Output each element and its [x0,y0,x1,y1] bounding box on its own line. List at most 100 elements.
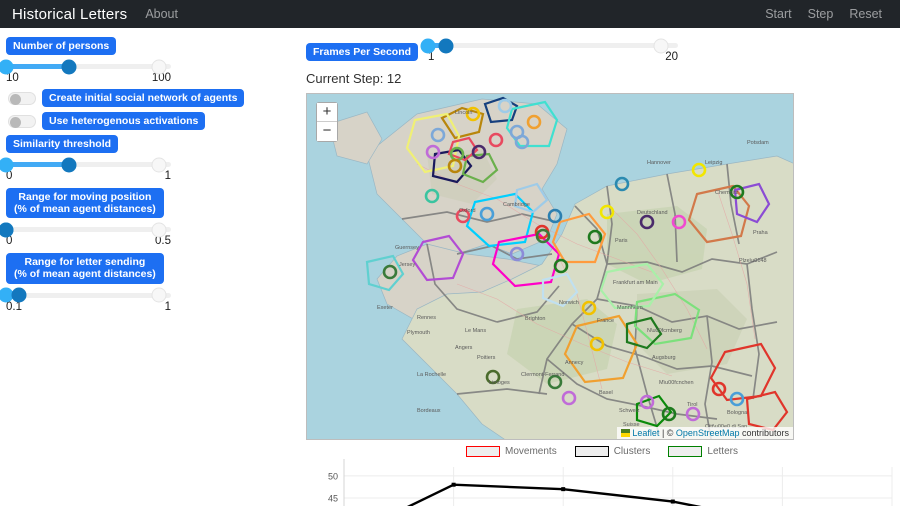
chart-data-point [561,487,566,492]
svg-text:Poitiers: Poitiers [477,355,496,361]
label-create-social-network: Create initial social network of agents [42,89,245,108]
zoom-out-icon[interactable]: − [317,122,337,141]
svg-text:Chemnitz: Chemnitz [715,190,738,196]
svg-text:Frankfurt am Main: Frankfurt am Main [613,280,658,286]
slider-handle-high[interactable] [151,157,167,173]
map-zoom-controls[interactable]: + − [316,102,338,142]
legend-item-letters[interactable]: Letters [668,446,738,457]
svg-text:Schweiz: Schweiz [619,408,640,414]
slider-ticks: 0 1 [6,170,171,182]
svg-text:La Rochelle: La Rochelle [417,372,446,378]
svg-text:Clermont-Ferrand: Clermont-Ferrand [521,372,564,378]
svg-text:Annecy: Annecy [565,360,584,366]
svg-text:Mannheim: Mannheim [617,305,643,311]
start-button[interactable]: Start [765,7,791,21]
slider-track[interactable] [0,157,171,173]
svg-text:Basel: Basel [599,390,613,396]
slider-frames-per-second[interactable]: 1 20 [420,34,679,63]
legend-item-clusters[interactable]: Clusters [574,446,651,457]
toggle-row-social-network[interactable]: Create initial social network of agents [8,89,300,108]
page-body: Number of persons 10 100 Create initial … [0,28,900,506]
label-number-of-persons: Number of persons [6,37,117,56]
svg-text:Oxford: Oxford [459,208,476,214]
slider-track[interactable] [420,38,679,53]
chart-y-tick: 45 [328,494,338,504]
slider-track[interactable] [0,59,171,75]
svg-text:Guernsey: Guernsey [395,245,419,251]
toggle-heterogenous-activations[interactable] [8,114,36,128]
chart-legend: Movements Clusters Letters [306,446,898,457]
svg-text:Paris: Paris [615,238,628,244]
slider-ticks: 1 20 [428,51,678,63]
svg-text:Brighton: Brighton [525,316,546,322]
svg-text:Deutschland: Deutschland [637,210,668,216]
map-tiles: Lincoln Cambridge Oxford Exeter Brighton… [307,94,793,439]
timeseries-chart: Movements Clusters Letters 504540 [306,446,898,506]
zoom-in-icon[interactable]: + [317,103,337,122]
svg-text:Augsburg: Augsburg [652,355,676,361]
slider-handle-high[interactable] [151,287,167,303]
slider-tick-min: 10 [6,72,19,85]
toggle-create-social-network[interactable] [8,91,36,105]
svg-text:Bologna: Bologna [727,410,748,416]
label-heterogenous-activations: Use heterogenous activations [42,112,206,131]
slider-range-moving-position[interactable]: 0 0.5 [0,222,171,247]
label-range-moving-position: Range for moving position (% of mean age… [6,188,164,219]
navbar-actions: Start Step Reset [765,7,888,21]
slider-tick-max: 1 [164,170,171,183]
svg-text:Exeter: Exeter [377,305,393,311]
slider-handle-high[interactable] [151,59,167,75]
attrib-tail: contributors [739,428,789,438]
slider-handle-mid[interactable] [61,157,77,173]
leaflet-map[interactable]: Lincoln Cambridge Oxford Exeter Brighton… [306,93,794,440]
slider-track[interactable] [0,222,171,238]
slider-ticks: 0.1 1 [6,301,171,313]
navbar: Historical Letters About Start Step Rese… [0,0,900,28]
slider-handle-high[interactable] [151,222,167,238]
slider-similarity-threshold[interactable]: 0 1 [0,157,171,182]
label-range-letter-sending: Range for letter sending (% of mean agen… [6,253,164,284]
svg-text:Norwich: Norwich [559,300,579,306]
toggle-knob [10,116,21,128]
slider-track[interactable] [0,287,171,303]
legend-label-clusters: Clusters [613,446,651,457]
svg-text:France: France [597,318,614,324]
slider-handle-low[interactable] [420,38,436,53]
attrib-sep: | © [659,428,676,438]
svg-text:Limoges: Limoges [489,380,510,386]
svg-text:Cambridge: Cambridge [503,202,530,208]
slider-tick-max: 100 [151,72,171,85]
leaflet-link[interactable]: Leaflet [632,428,659,438]
svg-text:Potsdam: Potsdam [747,140,769,146]
slider-fill [6,162,69,168]
openstreetmap-link[interactable]: OpenStreetMap [676,428,740,438]
legend-swatch-letters [668,446,703,457]
label-frames-per-second: Frames Per Second [306,43,419,62]
reset-button[interactable]: Reset [849,7,882,21]
svg-text:Le Mans: Le Mans [465,328,486,334]
chart-data-point [670,499,675,504]
leaflet-logo-icon [621,429,631,437]
svg-text:Angers: Angers [455,345,473,351]
slider-tick-max: 20 [665,51,679,63]
app-brand: Historical Letters [12,5,128,23]
legend-item-movements[interactable]: Movements [466,446,557,457]
toggle-knob [10,93,21,105]
slider-handle-mid[interactable] [61,59,77,75]
slider-handle-mid[interactable] [11,287,27,303]
toggle-row-heterogenous[interactable]: Use heterogenous activations [8,112,300,131]
fps-control-row: Frames Per Second 1 20 [300,34,900,63]
legend-swatch-clusters [574,446,609,457]
slider-handle-mid[interactable] [438,38,454,53]
chart-plot: 504540 [328,459,893,506]
slider-handle-high[interactable] [653,38,669,53]
slider-number-of-persons[interactable]: 10 100 [0,59,171,85]
slider-fill [6,64,69,70]
step-button[interactable]: Step [808,7,834,21]
svg-text:N\u00fcrnberg: N\u00fcrnberg [647,328,682,334]
svg-text:Plze\u0148: Plze\u0148 [739,258,767,264]
svg-text:Tirol: Tirol [687,402,698,408]
nav-link-about[interactable]: About [145,7,178,21]
slider-range-letter-sending[interactable]: 0.1 1 [0,287,171,313]
slider-tick-max: 1 [164,300,171,313]
